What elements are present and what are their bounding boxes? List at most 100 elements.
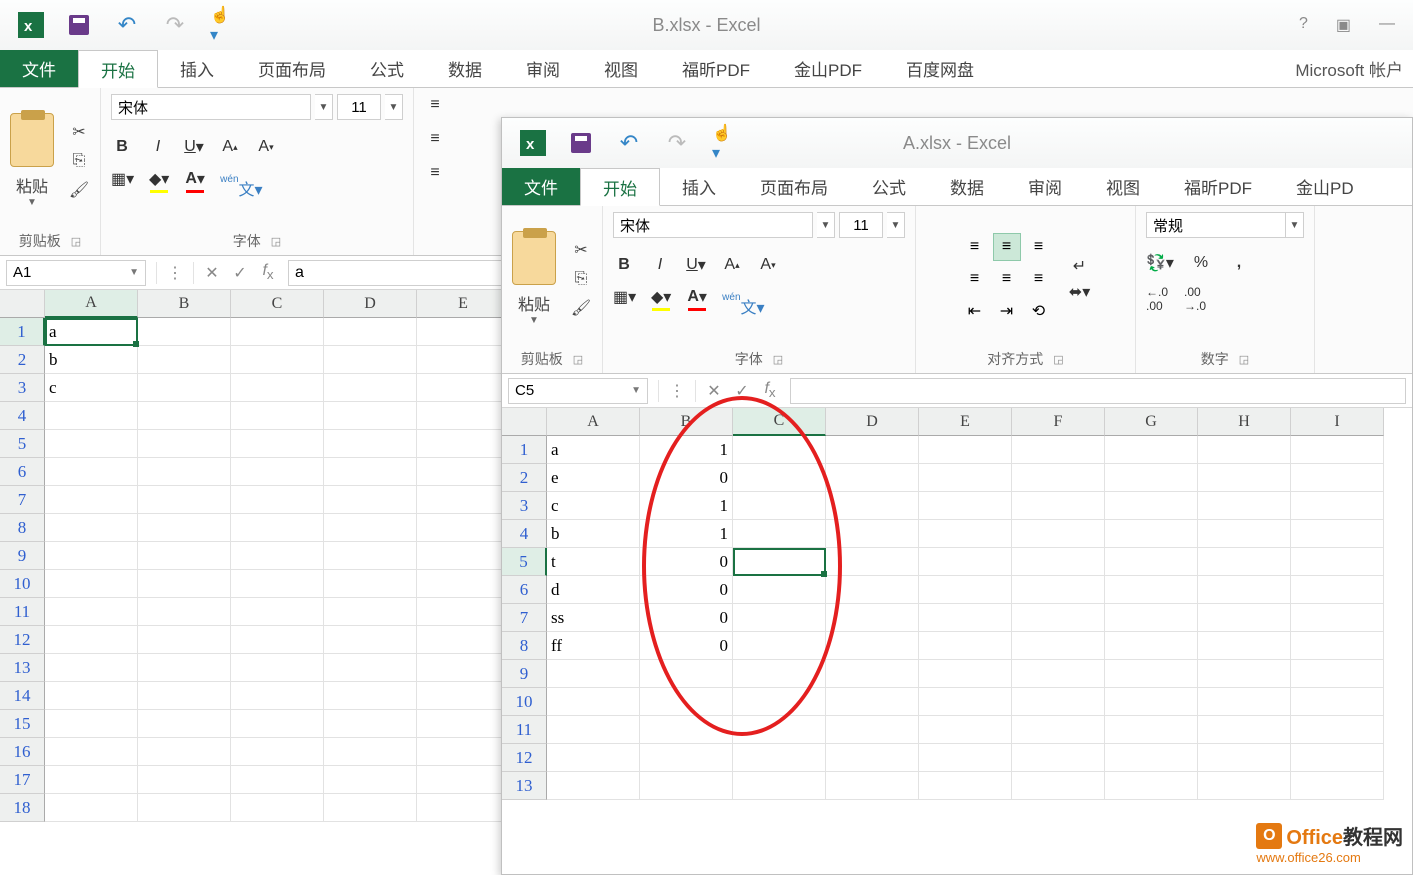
cell[interactable]	[231, 430, 324, 458]
currency-button[interactable]: 💱▾	[1146, 252, 1174, 274]
cell[interactable]	[1291, 772, 1384, 800]
cell[interactable]	[547, 716, 640, 744]
cell[interactable]	[417, 514, 510, 542]
cell[interactable]	[1198, 436, 1291, 464]
cell[interactable]	[417, 570, 510, 598]
row-header[interactable]: 9	[502, 660, 547, 688]
cell[interactable]	[1291, 660, 1384, 688]
cell[interactable]	[1012, 716, 1105, 744]
row-header[interactable]: 16	[0, 738, 45, 766]
cell[interactable]	[324, 318, 417, 346]
paste-icon[interactable]	[512, 231, 556, 285]
col-header[interactable]: F	[1012, 408, 1105, 436]
cell[interactable]	[1105, 688, 1198, 716]
cell[interactable]: 1	[640, 492, 733, 520]
cell[interactable]	[733, 492, 826, 520]
cell[interactable]	[1198, 688, 1291, 716]
cell[interactable]	[733, 744, 826, 772]
paste-label[interactable]: 粘贴	[518, 291, 550, 315]
cell[interactable]: a	[45, 318, 138, 346]
align-top-button[interactable]: ≡	[961, 233, 989, 261]
cell[interactable]	[1012, 604, 1105, 632]
align-bottom-button[interactable]: ≡	[1025, 233, 1053, 261]
col-header[interactable]: D	[826, 408, 919, 436]
tab-formula[interactable]: 公式	[850, 168, 928, 205]
col-header[interactable]: I	[1291, 408, 1384, 436]
cell[interactable]	[826, 520, 919, 548]
cell[interactable]	[231, 318, 324, 346]
copy-icon[interactable]: ⎘	[68, 152, 90, 170]
cell[interactable]: b	[547, 520, 640, 548]
cell[interactable]	[417, 682, 510, 710]
cell[interactable]	[324, 570, 417, 598]
row-header[interactable]: 17	[0, 766, 45, 794]
cell[interactable]	[1012, 576, 1105, 604]
cell[interactable]	[138, 486, 231, 514]
tab-baidu[interactable]: 百度网盘	[884, 50, 996, 87]
cell[interactable]: ff	[547, 632, 640, 660]
cell[interactable]	[1012, 632, 1105, 660]
cell[interactable]	[919, 492, 1012, 520]
cell[interactable]	[733, 660, 826, 688]
cell[interactable]: 0	[640, 548, 733, 576]
name-box[interactable]: C5▼	[508, 378, 648, 404]
cell[interactable]	[45, 710, 138, 738]
cell[interactable]	[826, 464, 919, 492]
row-header[interactable]: 11	[0, 598, 45, 626]
align-middle-button[interactable]: ≡	[993, 233, 1021, 261]
cell[interactable]	[919, 716, 1012, 744]
font-color-button[interactable]: A▾	[184, 168, 206, 190]
tab-home[interactable]: 开始	[580, 168, 660, 206]
cell[interactable]	[45, 766, 138, 794]
cell[interactable]	[1291, 604, 1384, 632]
cell[interactable]	[1012, 548, 1105, 576]
cell[interactable]	[919, 436, 1012, 464]
cell[interactable]	[1198, 660, 1291, 688]
cell[interactable]	[826, 492, 919, 520]
cell[interactable]	[231, 710, 324, 738]
redo-icon[interactable]: ↷	[664, 130, 690, 156]
tab-foxit-pdf[interactable]: 福昕PDF	[1162, 168, 1274, 205]
row-header[interactable]: 6	[0, 458, 45, 486]
fill-color-button[interactable]: ◆▾	[650, 286, 672, 308]
cell[interactable]	[324, 598, 417, 626]
cell[interactable]: 0	[640, 576, 733, 604]
dialog-launcher-icon[interactable]: ◲	[1239, 353, 1249, 366]
undo-icon[interactable]: ↶	[616, 130, 642, 156]
cell[interactable]	[1291, 492, 1384, 520]
fx-icon[interactable]: fx	[756, 380, 784, 400]
row-header[interactable]: 6	[502, 576, 547, 604]
cell[interactable]	[1198, 548, 1291, 576]
row-header[interactable]: 1	[502, 436, 547, 464]
cell[interactable]: a	[547, 436, 640, 464]
cell[interactable]	[1105, 464, 1198, 492]
cell[interactable]	[826, 660, 919, 688]
phonetic-button[interactable]: wén文▾	[722, 286, 764, 308]
cell[interactable]	[138, 682, 231, 710]
cell[interactable]	[324, 626, 417, 654]
cell[interactable]	[138, 598, 231, 626]
cell[interactable]	[45, 542, 138, 570]
cell[interactable]	[826, 548, 919, 576]
cell[interactable]	[231, 402, 324, 430]
underline-button[interactable]: U▾	[685, 254, 707, 276]
cell[interactable]	[231, 458, 324, 486]
row-header[interactable]: 7	[502, 604, 547, 632]
touch-mode-icon[interactable]: ☝▾	[210, 12, 236, 38]
bold-button[interactable]: B	[111, 136, 133, 158]
row-header[interactable]: 13	[0, 654, 45, 682]
row-header[interactable]: 4	[0, 402, 45, 430]
borders-button[interactable]: ▦▾	[111, 168, 134, 190]
cell[interactable]	[324, 430, 417, 458]
cell[interactable]: e	[547, 464, 640, 492]
cell[interactable]	[1012, 436, 1105, 464]
cell[interactable]	[826, 436, 919, 464]
format-painter-icon[interactable]: 🖌	[68, 180, 90, 200]
select-all-corner[interactable]	[0, 290, 45, 318]
ribbon-options-icon[interactable]: ▣	[1336, 15, 1351, 35]
chevron-down-icon[interactable]: ▼	[385, 94, 403, 120]
cell[interactable]	[138, 570, 231, 598]
cell[interactable]	[1105, 548, 1198, 576]
tab-layout[interactable]: 页面布局	[738, 168, 850, 205]
redo-icon[interactable]: ↷	[162, 12, 188, 38]
